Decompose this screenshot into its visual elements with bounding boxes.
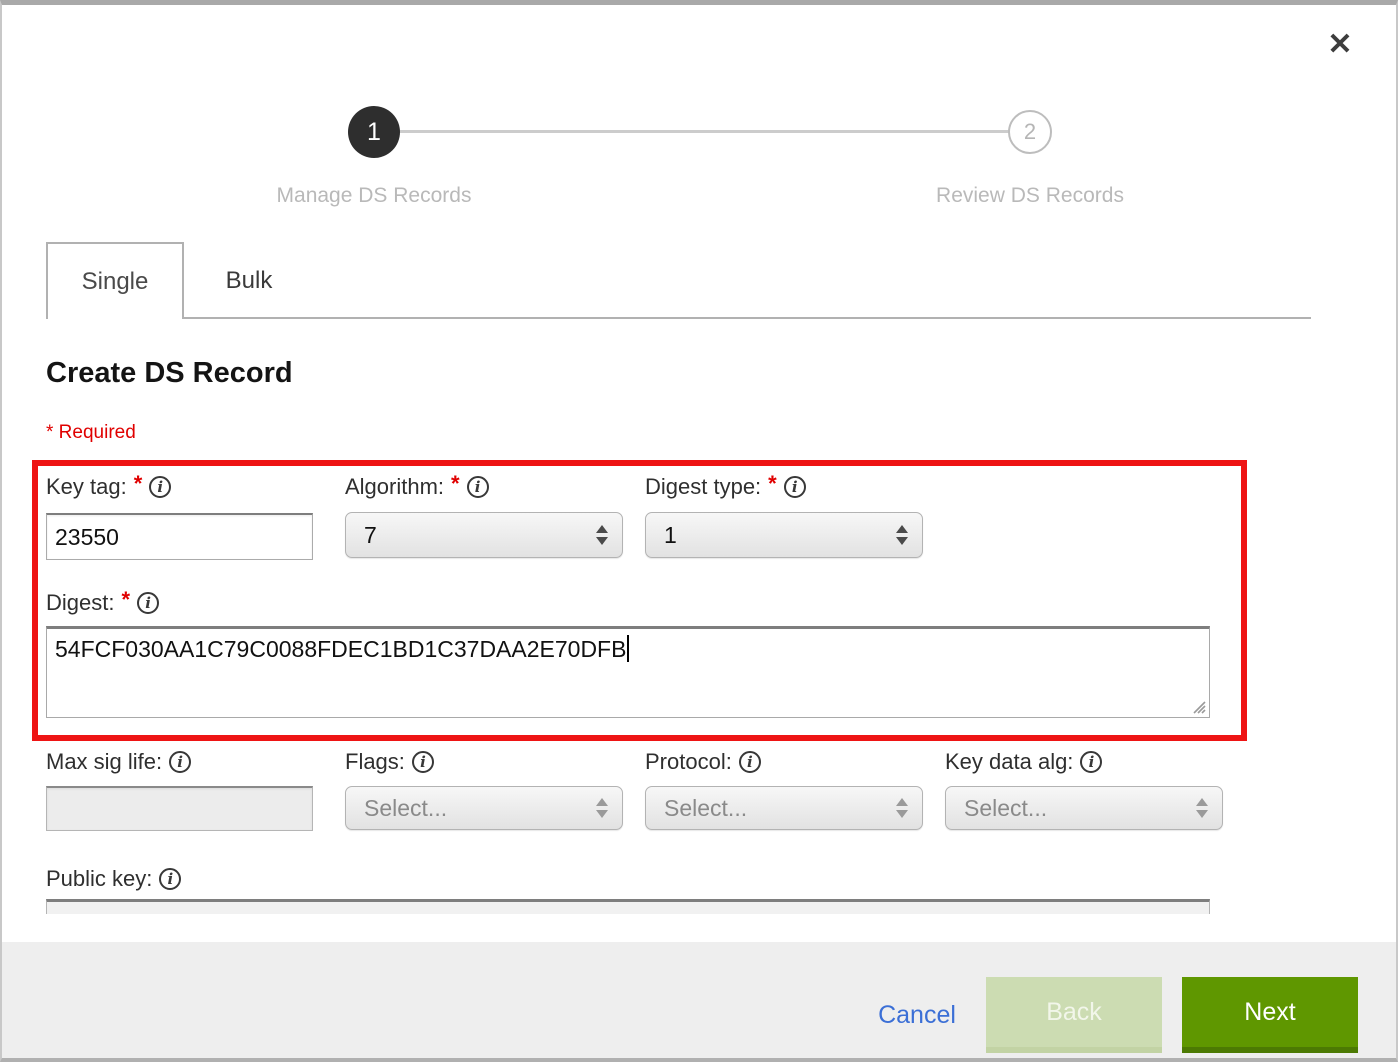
algorithm-select[interactable]: 7 [345, 512, 623, 558]
tab-bulk-label: Bulk [226, 267, 273, 295]
digest-type-select-value: 1 [646, 522, 677, 549]
stepper-step-1-number: 1 [367, 118, 381, 147]
info-icon[interactable]: i [1080, 751, 1102, 773]
protocol-select[interactable]: Select... [645, 786, 923, 830]
tabs-underline [46, 317, 1311, 319]
algorithm-label: Algorithm: * i [345, 474, 489, 500]
public-key-textarea[interactable] [46, 899, 1210, 914]
next-button[interactable]: Next [1182, 977, 1358, 1053]
select-arrows-icon [896, 798, 908, 818]
max-sig-life-label-text: Max sig life: [46, 749, 162, 775]
protocol-label-text: Protocol: [645, 749, 732, 775]
stepper-step-1-circle: 1 [348, 106, 400, 158]
stepper-connector [398, 130, 1010, 133]
select-arrows-icon [596, 798, 608, 818]
select-arrows-icon [896, 525, 908, 545]
flags-label-text: Flags: [345, 749, 405, 775]
stepper-step-2-label: Review DS Records [870, 184, 1190, 208]
stepper-step-2-number: 2 [1024, 119, 1036, 145]
tab-single-label: Single [82, 268, 149, 296]
tab-bulk[interactable]: Bulk [189, 244, 309, 317]
digest-type-label-text: Digest type: [645, 474, 761, 500]
max-sig-life-label: Max sig life: i [46, 749, 191, 775]
flags-select[interactable]: Select... [345, 786, 623, 830]
algorithm-label-text: Algorithm: [345, 474, 444, 500]
info-icon[interactable]: i [412, 751, 434, 773]
key-data-alg-label-text: Key data alg: [945, 749, 1073, 775]
close-icon[interactable]: ✕ [1320, 25, 1360, 65]
key-data-alg-select[interactable]: Select... [945, 786, 1223, 830]
stepper-step-2-circle: 2 [1008, 110, 1052, 154]
next-button-label: Next [1244, 998, 1295, 1027]
digest-type-required-asterisk: * [768, 471, 777, 497]
key-data-alg-label: Key data alg: i [945, 749, 1102, 775]
key-tag-input[interactable] [46, 513, 313, 560]
key-tag-required-asterisk: * [134, 471, 143, 497]
algorithm-select-value: 7 [346, 522, 377, 549]
key-tag-label-text: Key tag: [46, 474, 127, 500]
info-icon[interactable]: i [467, 476, 489, 498]
digest-required-asterisk: * [121, 587, 130, 613]
max-sig-life-input[interactable] [46, 786, 313, 831]
text-caret [627, 635, 629, 662]
key-data-alg-select-value: Select... [946, 795, 1047, 822]
info-icon[interactable]: i [137, 592, 159, 614]
flags-label: Flags: i [345, 749, 434, 775]
create-ds-record-dialog: ✕ 1 2 Manage DS Records Review DS Record… [0, 0, 1398, 1062]
info-icon[interactable]: i [784, 476, 806, 498]
stepper-step-1-label: Manage DS Records [214, 184, 534, 208]
digest-label-text: Digest: [46, 590, 114, 616]
digest-label: Digest: * i [46, 590, 159, 616]
back-button-label: Back [1046, 998, 1102, 1027]
info-icon[interactable]: i [169, 751, 191, 773]
cancel-button-label: Cancel [878, 1001, 956, 1030]
info-icon[interactable]: i [149, 476, 171, 498]
info-icon[interactable]: i [739, 751, 761, 773]
digest-textarea-value: 54FCF030AA1C79C0088FDEC1BD1C37DAA2E70DFB [55, 636, 626, 662]
flags-select-value: Select... [346, 795, 447, 822]
dialog-footer: Cancel Back Next [2, 942, 1396, 1058]
digest-type-label: Digest type: * i [645, 474, 806, 500]
protocol-select-value: Select... [646, 795, 747, 822]
digest-textarea[interactable]: 54FCF030AA1C79C0088FDEC1BD1C37DAA2E70DFB [46, 626, 1210, 718]
digest-type-select[interactable]: 1 [645, 512, 923, 558]
public-key-label: Public key: i [46, 866, 181, 892]
resize-grip-icon[interactable] [1191, 699, 1206, 714]
info-icon[interactable]: i [159, 868, 181, 890]
public-key-label-text: Public key: [46, 866, 152, 892]
tab-single[interactable]: Single [46, 242, 184, 319]
protocol-label: Protocol: i [645, 749, 761, 775]
algorithm-required-asterisk: * [451, 471, 460, 497]
back-button[interactable]: Back [986, 977, 1162, 1053]
required-note: * Required [46, 422, 136, 444]
page-title: Create DS Record [46, 357, 293, 390]
key-tag-label: Key tag: * i [46, 474, 171, 500]
cancel-button[interactable]: Cancel [852, 977, 982, 1053]
select-arrows-icon [1196, 798, 1208, 818]
select-arrows-icon [596, 525, 608, 545]
